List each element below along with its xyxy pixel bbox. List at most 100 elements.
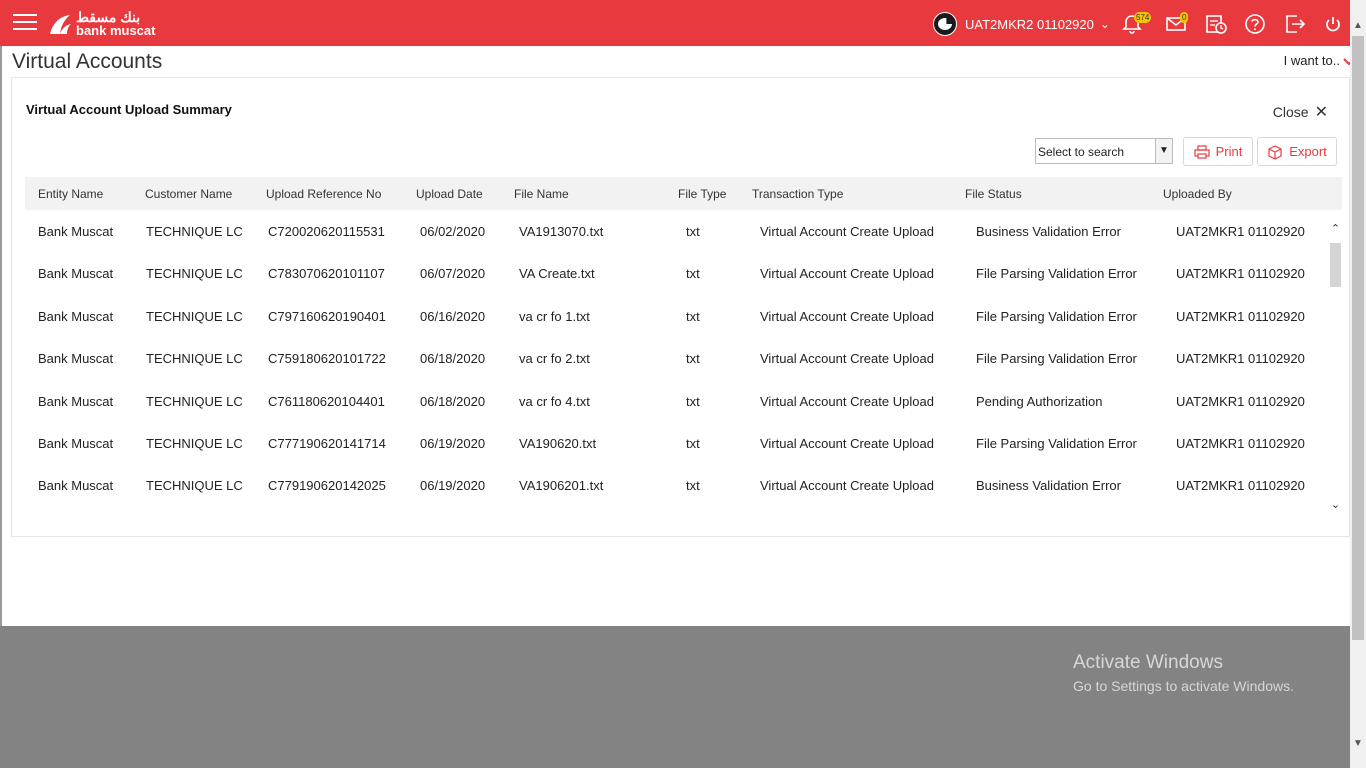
export-button[interactable]: Export (1257, 137, 1337, 166)
search-select-value: Select to search (1038, 145, 1125, 159)
cell-file-type: txt (686, 478, 700, 493)
page-scrollbar[interactable]: ▲ ▼ (1350, 0, 1366, 768)
cell-upload-reference: C779190620142025 (268, 478, 386, 493)
table-row[interactable]: Bank Muscat TECHNIQUE LC C76118062010440… (25, 380, 1325, 422)
cell-file-status: File Parsing Validation Error (976, 436, 1137, 451)
cell-file-type: txt (686, 436, 700, 451)
close-icon: ✕ (1314, 104, 1328, 121)
close-label: Close (1272, 104, 1309, 120)
scroll-up-icon[interactable]: ⌃ (1329, 222, 1342, 235)
cell-upload-reference: C759180620101722 (268, 351, 386, 366)
top-header: بنك مسقط bank muscat UAT2MKR2 01102920 ⌄… (0, 0, 1350, 46)
cell-uploaded-by: UAT2MKR1 01102920 (1176, 266, 1305, 281)
page-scroll-down-icon[interactable]: ▼ (1353, 738, 1363, 749)
cell-uploaded-by: UAT2MKR1 01102920 (1176, 351, 1305, 366)
cell-transaction-type: Virtual Account Create Upload (760, 224, 934, 239)
cell-entity-name: Bank Muscat (38, 394, 114, 409)
cell-uploaded-by: UAT2MKR1 01102920 (1176, 436, 1305, 451)
cell-transaction-type: Virtual Account Create Upload (760, 436, 934, 451)
col-entity-name[interactable]: Entity Name (38, 187, 103, 201)
i-want-to-menu[interactable]: I want to.. (1284, 53, 1340, 68)
cell-entity-name: Bank Muscat (38, 266, 114, 281)
mail-badge: 0 (1180, 12, 1189, 23)
cell-file-name: VA Create.txt (519, 266, 595, 281)
cell-customer-name: TECHNIQUE LC (146, 351, 243, 366)
help-icon[interactable] (1244, 13, 1266, 35)
table-row[interactable]: Bank Muscat TECHNIQUE LC C77719062014171… (25, 422, 1325, 464)
col-file-type[interactable]: File Type (678, 187, 726, 201)
table-scrollbar[interactable]: ⌃ ⌄ (1327, 210, 1344, 526)
cell-upload-reference: C783070620101107 (268, 266, 385, 281)
export-box-icon (1268, 144, 1282, 160)
export-label: Export (1289, 144, 1327, 159)
notifications-badge: 574 (1134, 12, 1152, 23)
page-scroll-thumb[interactable] (1352, 36, 1364, 640)
table-row[interactable]: Bank Muscat TECHNIQUE LC C72002062011553… (25, 210, 1325, 252)
cell-file-name: va cr fo 1.txt (519, 309, 590, 324)
calendar-clock-icon[interactable] (1205, 13, 1227, 35)
cell-file-type: txt (686, 309, 700, 324)
cell-entity-name: Bank Muscat (38, 309, 114, 324)
search-select[interactable]: Select to search ▼ (1035, 138, 1173, 164)
mail-icon[interactable]: 0 (1165, 12, 1189, 35)
print-button[interactable]: Print (1183, 137, 1253, 166)
table-row[interactable]: Bank Muscat TECHNIQUE LC C75918062010172… (25, 337, 1325, 379)
table-row[interactable]: Bank Muscat TECHNIQUE LC C79716062019040… (25, 295, 1325, 337)
cell-entity-name: Bank Muscat (38, 351, 114, 366)
cell-customer-name: TECHNIQUE LC (146, 309, 243, 324)
cell-uploaded-by: UAT2MKR1 01102920 (1176, 394, 1305, 409)
cell-upload-date: 06/16/2020 (420, 309, 486, 324)
col-file-status[interactable]: File Status (965, 187, 1022, 201)
close-button[interactable]: Close ✕ (1273, 102, 1328, 122)
bank-logo[interactable]: بنك مسقط bank muscat (47, 10, 155, 38)
cell-customer-name: TECHNIQUE LC (146, 478, 243, 493)
cell-file-status: File Parsing Validation Error (976, 266, 1137, 281)
logout-icon[interactable] (1284, 13, 1306, 35)
cell-entity-name: Bank Muscat (38, 478, 114, 493)
user-avatar (933, 12, 957, 36)
logo-mark-icon (50, 15, 71, 34)
cell-upload-date: 06/07/2020 (420, 266, 486, 281)
notifications-bell-icon[interactable]: 574 (1121, 12, 1152, 35)
col-upload-date[interactable]: Upload Date (416, 187, 483, 201)
cell-customer-name: TECHNIQUE LC (146, 436, 243, 451)
table-header: Entity Name Customer Name Upload Referen… (25, 177, 1342, 210)
cell-uploaded-by: UAT2MKR1 01102920 (1176, 478, 1305, 493)
cell-upload-reference: C761180620104401 (268, 394, 385, 409)
col-upload-reference[interactable]: Upload Reference No (266, 187, 381, 201)
col-file-name[interactable]: File Name (514, 187, 569, 201)
power-icon[interactable] (1322, 13, 1344, 35)
cell-file-status: Business Validation Error (976, 478, 1121, 493)
cell-file-type: txt (686, 351, 700, 366)
cell-upload-reference: C720020620115531 (268, 224, 385, 239)
cell-transaction-type: Virtual Account Create Upload (760, 351, 934, 366)
cell-file-name: va cr fo 4.txt (519, 394, 590, 409)
cell-upload-reference: C797160620190401 (268, 309, 386, 324)
cell-customer-name: TECHNIQUE LC (146, 224, 243, 239)
cell-file-name: va cr fo 2.txt (519, 351, 590, 366)
cell-entity-name: Bank Muscat (38, 436, 114, 451)
cell-file-type: txt (686, 394, 700, 409)
user-menu[interactable]: UAT2MKR2 01102920 ⌄ (933, 12, 1110, 36)
col-customer-name[interactable]: Customer Name (145, 187, 232, 201)
left-border (0, 46, 2, 626)
cell-file-type: txt (686, 266, 700, 281)
logo-text: بنك مسقط bank muscat (76, 9, 156, 38)
cell-file-name: VA190620.txt (519, 436, 597, 451)
cell-file-name: VA1913070.txt (519, 224, 604, 239)
table-row[interactable]: Bank Muscat TECHNIQUE LC C77919062014202… (25, 464, 1325, 506)
cell-uploaded-by: UAT2MKR1 01102920 (1176, 309, 1305, 324)
cell-upload-date: 06/02/2020 (420, 224, 486, 239)
cell-upload-date: 06/18/2020 (420, 351, 486, 366)
col-transaction-type[interactable]: Transaction Type (752, 187, 843, 201)
cell-file-status: File Parsing Validation Error (976, 351, 1137, 366)
page-title: Virtual Accounts (12, 50, 163, 73)
dropdown-arrow-icon: ▼ (1155, 139, 1172, 163)
scroll-thumb[interactable] (1330, 243, 1341, 287)
col-uploaded-by[interactable]: Uploaded By (1163, 187, 1232, 201)
page-scroll-up-icon[interactable]: ▲ (1353, 20, 1363, 31)
cell-upload-reference: C777190620141714 (268, 436, 386, 451)
hamburger-menu-icon[interactable] (13, 13, 37, 31)
scroll-down-icon[interactable]: ⌄ (1329, 498, 1342, 511)
table-row[interactable]: Bank Muscat TECHNIQUE LC C78307062010110… (25, 252, 1325, 294)
